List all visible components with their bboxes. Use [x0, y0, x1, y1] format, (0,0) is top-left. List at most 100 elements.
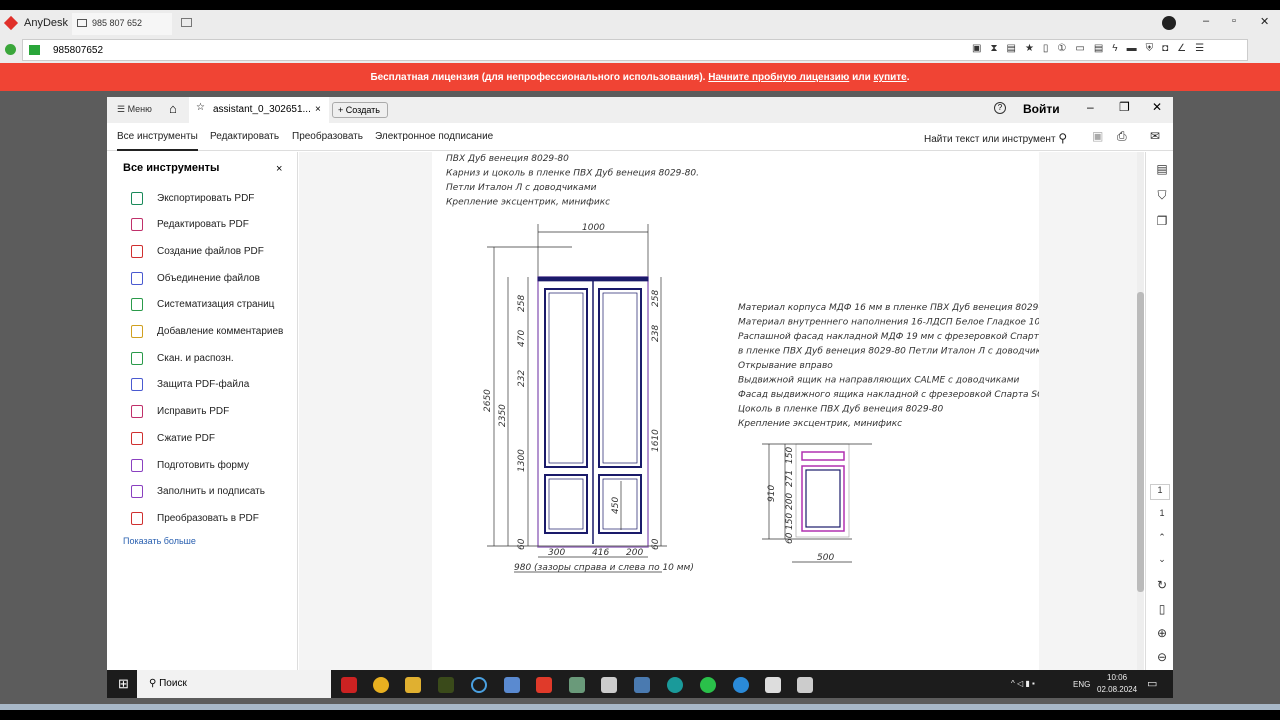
app32-taskbar-icon[interactable]	[667, 677, 683, 693]
acrobat-titlebar: ☰ Меню ⌂ ☆ assistant_0_302651... × + Соз…	[107, 97, 1173, 123]
sidebar-item[interactable]: Добавление комментариев	[123, 321, 283, 343]
trial-link[interactable]: Начните пробную лицензию	[708, 72, 849, 83]
sidebar-item[interactable]: Объединение файлов	[123, 267, 260, 289]
prev-page-icon[interactable]: ⌃	[1154, 532, 1170, 548]
cad2-taskbar-icon[interactable]	[797, 677, 813, 693]
drawing: ПВХ Дуб венеция 8029-80 Карниз и цоколь в…	[446, 154, 1069, 573]
app-taskbar-icon[interactable]	[438, 677, 454, 693]
taskbar-search[interactable]: ⚲ Поиск	[137, 670, 331, 698]
chat-icon[interactable]: ▣	[972, 43, 981, 54]
dimension-label: 258	[651, 290, 661, 307]
action-icon[interactable]: ϟ	[1112, 43, 1117, 54]
session-tab[interactable]: 985 807 652	[72, 13, 172, 35]
sidebar-item[interactable]: Сжатие PDF	[123, 427, 215, 449]
save-icon[interactable]: ▣	[1092, 129, 1103, 143]
acrobat-taskbar-icon[interactable]	[341, 677, 357, 693]
clock-time[interactable]: 10:06	[1107, 673, 1127, 682]
close-sidebar-icon[interactable]: ×	[276, 163, 282, 175]
print-icon[interactable]: ⎙	[1117, 129, 1127, 144]
notifications-icon[interactable]: ▭	[1147, 677, 1157, 690]
close-tab-icon[interactable]: ×	[315, 104, 321, 115]
acrobat-close-button[interactable]: ✕	[1152, 100, 1162, 114]
rotate-icon[interactable]: ↻	[1154, 578, 1170, 594]
sidebar-item[interactable]: Преобразовать в PDF	[123, 507, 259, 529]
pages-icon[interactable]: ❐	[1154, 214, 1170, 230]
file-icon[interactable]: ▯	[1043, 43, 1049, 54]
monitor-1-icon[interactable]: ①	[1057, 43, 1066, 54]
message-icon[interactable]: ▤	[1094, 43, 1103, 54]
menu-icon[interactable]: ☰	[1195, 43, 1204, 54]
scrollbar-thumb[interactable]	[1137, 292, 1144, 592]
next-page-icon[interactable]: ⌄	[1154, 554, 1170, 570]
sidebar-item[interactable]: Исправить PDF	[123, 401, 229, 423]
page-number-input[interactable]: 1	[1150, 484, 1170, 500]
privacy-icon[interactable]: ⛨	[1146, 43, 1154, 54]
bookmark-icon[interactable]: ⛉	[1154, 188, 1170, 204]
nav-all-tools[interactable]: Все инструменты	[117, 131, 198, 151]
vertical-scrollbar[interactable]	[1137, 152, 1144, 671]
chrome-taskbar-icon[interactable]	[373, 677, 389, 693]
sidebar-item[interactable]: Подготовить форму	[123, 454, 249, 476]
create-button[interactable]: + Создать	[332, 102, 388, 118]
nav-convert[interactable]: Преобразовать	[292, 131, 363, 142]
show-more-link[interactable]: Показать больше	[123, 536, 196, 546]
login-button[interactable]: Войти	[1023, 102, 1060, 116]
tray-icons[interactable]: ^ ◁ ▮ ▪	[1011, 679, 1035, 688]
zoom-in-icon[interactable]: ⊕	[1154, 626, 1170, 642]
sidebar-item[interactable]: Редактировать PDF	[123, 214, 249, 236]
cad-taskbar-icon[interactable]	[601, 677, 617, 693]
sidebar-item[interactable]: Заполнить и подписать	[123, 481, 265, 503]
display-icon[interactable]: ▭	[1075, 43, 1084, 54]
sidebar-item[interactable]: Защита PDF-файла	[123, 374, 249, 396]
search-tools[interactable]: Найти текст или инструмент ⚲	[924, 131, 1067, 145]
maximize-button[interactable]: ▫	[1232, 15, 1236, 27]
network-taskbar-icon[interactable]	[504, 677, 520, 693]
comments-icon[interactable]: ▤	[1154, 162, 1170, 178]
explorer-taskbar-icon[interactable]	[405, 677, 421, 693]
acrobat-minimize-button[interactable]: –	[1087, 100, 1094, 114]
minimize-button[interactable]: –	[1203, 15, 1209, 27]
document-tab[interactable]: ☆ assistant_0_302651... ×	[189, 97, 329, 123]
sidebar-item[interactable]: Создание файлов PDF	[123, 240, 264, 262]
whatsapp-taskbar-icon[interactable]	[700, 677, 716, 693]
start-icon[interactable]: ⊞	[118, 676, 129, 692]
buy-link[interactable]: купите	[874, 72, 907, 83]
note-line: в пленке ПВХ Дуб венеция 8029-80 Петли И…	[738, 347, 1039, 357]
sidebar-item[interactable]: Экспортировать PDF	[123, 187, 254, 209]
cortana-taskbar-icon[interactable]	[471, 677, 487, 693]
download-icon[interactable]	[1162, 16, 1176, 30]
telegram-taskbar-icon[interactable]	[733, 677, 749, 693]
menu-button[interactable]: ☰ Меню	[117, 104, 152, 115]
dimension-label: 910	[767, 485, 777, 502]
keyboard-icon[interactable]: ▬	[1127, 43, 1137, 54]
close-button[interactable]: ✕	[1260, 15, 1269, 28]
help-icon[interactable]: ?	[994, 102, 1006, 114]
star-icon[interactable]: ★	[1025, 43, 1034, 54]
dimension-label: 150	[785, 513, 795, 530]
home-icon[interactable]: ⌂	[169, 101, 177, 116]
new-session-icon[interactable]	[181, 18, 192, 27]
calculator-taskbar-icon[interactable]	[634, 677, 650, 693]
clock-date[interactable]: 02.08.2024	[1097, 685, 1137, 694]
draw-icon[interactable]: ∠	[1177, 43, 1186, 54]
record-icon[interactable]: ◘	[1162, 43, 1168, 54]
nav-esign[interactable]: Электронное подписание	[375, 131, 493, 142]
acrobat-maximize-button[interactable]: ❐	[1119, 100, 1130, 114]
db-icon[interactable]: ▤	[1006, 43, 1015, 54]
dimension-label: 258	[517, 295, 527, 312]
anydesk-taskbar-icon[interactable]	[536, 677, 552, 693]
nav-edit[interactable]: Редактировать	[210, 131, 279, 142]
address-value: 985807652	[53, 45, 104, 56]
mail-icon[interactable]: ✉	[1150, 129, 1160, 143]
sidebar-item[interactable]: Скан. и распозн.	[123, 347, 234, 369]
extract-icon[interactable]: ▯	[1154, 602, 1170, 618]
hourglass-icon[interactable]: ⧗	[990, 43, 997, 54]
star-icon[interactable]: ☆	[196, 102, 205, 113]
zoom-out-icon[interactable]: ⊖	[1154, 650, 1170, 666]
tool-icon	[131, 298, 143, 312]
sidebar-item[interactable]: Систематизация страниц	[123, 294, 274, 316]
language-indicator[interactable]: ENG	[1073, 680, 1090, 689]
tool-icon	[131, 431, 143, 445]
map-taskbar-icon[interactable]	[569, 677, 585, 693]
screen-taskbar-icon[interactable]	[765, 677, 781, 693]
